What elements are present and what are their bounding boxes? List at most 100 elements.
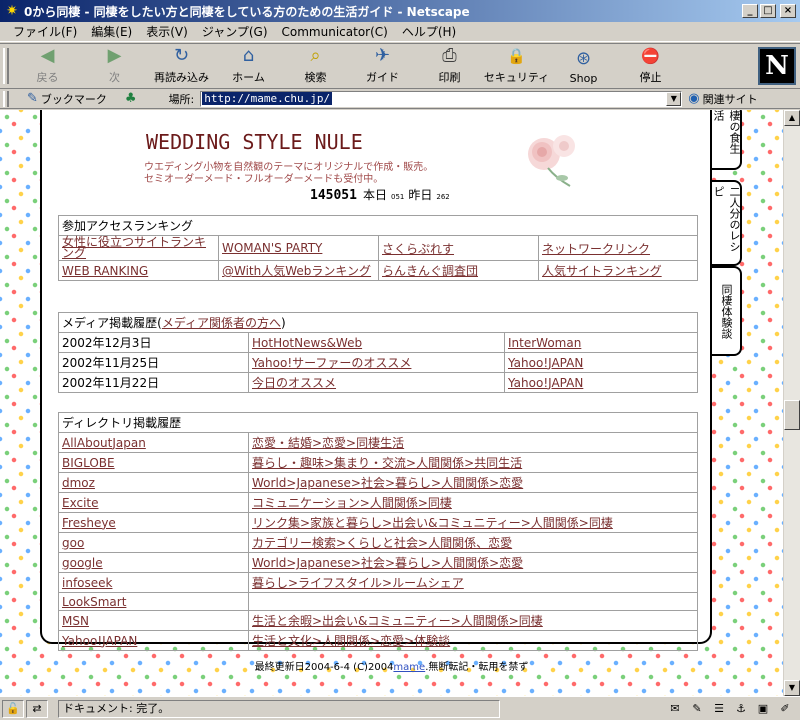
footer-author-link[interactable]: mame — [393, 662, 425, 673]
directory-name-link[interactable]: LookSmart — [62, 595, 126, 609]
directory-path-link[interactable]: カテゴリー検索>くらしと社会>人間関係、恋愛 — [252, 536, 512, 550]
guide-label: ガイド — [366, 71, 399, 84]
scroll-down-icon[interactable]: ▼ — [784, 680, 800, 696]
print-label: 印刷 — [438, 71, 461, 84]
directory-name-link[interactable]: AllAboutJapan — [62, 436, 146, 450]
forward-label: 次 — [109, 71, 120, 84]
menu-edit[interactable]: 編集(E) — [84, 23, 139, 40]
bookmarks-button[interactable]: ✎ ブックマーク — [27, 91, 107, 107]
vertical-scrollbar[interactable]: ▲ ▼ — [783, 110, 800, 696]
ranking-title: 参加アクセスランキング — [58, 215, 698, 236]
directory-name-link[interactable]: MSN — [62, 614, 89, 628]
directory-path-link[interactable]: 生活と文化>人間関係>恋愛>体験談 — [252, 634, 450, 648]
security-button[interactable]: 🔒 セキュリティ — [483, 45, 550, 87]
directory-name-link[interactable]: Excite — [62, 496, 99, 510]
ranking-link[interactable]: 女性に役立つサイトランキング — [62, 235, 206, 260]
ranking-link[interactable]: さくらぷれす — [382, 242, 454, 256]
status-bar: 🔓 ⇄ ドキュメント: 完了。 ✉ ✎ ☰ ⚓ ▣ ✐ — [0, 696, 800, 720]
directory-name-link[interactable]: dmoz — [62, 476, 95, 490]
back-button[interactable]: ◀ 戻る — [14, 45, 81, 87]
table-row: infoseek 暮らし>ライフスタイル>ルームシェア — [58, 572, 698, 593]
related-sites-button[interactable]: ◉ 関連サイト — [688, 91, 757, 107]
menu-file[interactable]: ファイル(F) — [6, 23, 84, 40]
sidetab-food[interactable]: 棲の食生活 — [712, 110, 742, 170]
window-titlebar: ✷ 0から同棲 - 同棲をしたい方と同棲をしている方のための生活ガイド - Ne… — [0, 0, 800, 22]
news-icon[interactable]: ☰ — [708, 700, 730, 718]
rose-image[interactable] — [512, 128, 584, 190]
back-arrow-icon: ◀ — [40, 45, 55, 66]
directory-name-link[interactable]: google — [62, 556, 103, 570]
directory-path-link[interactable]: 生活と余暇>出会い&コミュニティー>人間関係>同棲 — [252, 614, 543, 628]
access-counter: 145051 本日 051 昨日 262 — [310, 186, 454, 203]
mail-icon[interactable]: ✉ — [664, 700, 686, 718]
menu-help[interactable]: ヘルプ(H) — [395, 23, 463, 40]
scrollbar-thumb[interactable] — [784, 400, 800, 430]
menu-view[interactable]: 表示(V) — [139, 23, 195, 40]
table-row: 2002年12月3日 HotHotNews&Web InterWoman — [58, 332, 698, 353]
navigator-icon[interactable]: ⚓ — [730, 700, 752, 718]
directory-path-link[interactable]: 暮らし>ライフスタイル>ルームシェア — [252, 576, 464, 590]
location-label: 場所: — [168, 92, 195, 106]
directory-path-link[interactable]: World>Japanese>社会>暮らし>人間関係>恋愛 — [252, 476, 523, 490]
media-site-link[interactable]: HotHotNews&Web — [252, 336, 362, 350]
minimize-button[interactable]: _ — [742, 4, 758, 18]
media-site-link[interactable]: 今日のオススメ — [252, 376, 336, 390]
home-button[interactable]: ⌂ ホーム — [215, 45, 282, 87]
ranking-link[interactable]: WEB RANKING — [62, 264, 148, 278]
directory-path-link[interactable]: コミュニケーション>人間関係>同棲 — [252, 496, 452, 510]
print-button[interactable]: ⎙ 印刷 — [416, 45, 483, 87]
address-book-icon[interactable]: ▣ — [752, 700, 774, 718]
reload-button[interactable]: ↻ 再読み込み — [148, 45, 215, 87]
url-input[interactable]: http://mame.chu.jp/ ▼ — [200, 90, 683, 107]
directory-name-link[interactable]: goo — [62, 536, 84, 550]
ranking-link[interactable]: らんきんぐ調査団 — [382, 264, 478, 278]
url-text[interactable]: http://mame.chu.jp/ — [202, 92, 333, 105]
ranking-link[interactable]: @With人気Webランキング — [222, 264, 371, 278]
media-contact-link[interactable]: メディア関係者の方へ — [162, 316, 281, 330]
directory-name-link[interactable]: Fresheye — [62, 516, 116, 530]
url-dropdown-icon[interactable]: ▼ — [666, 91, 682, 106]
ranking-link[interactable]: ネットワークリンク — [542, 242, 650, 256]
directory-path-link[interactable]: World>Japanese>社会>暮らし>人間関係>恋愛 — [252, 556, 523, 570]
menu-go[interactable]: ジャンプ(G) — [195, 23, 275, 40]
media-source-link[interactable]: Yahoo!JAPAN — [508, 376, 583, 390]
ranking-link[interactable]: WOMAN'S PARTY — [222, 241, 322, 255]
ranking-link[interactable]: 人気サイトランキング — [542, 264, 662, 278]
directory-name-link[interactable]: BIGLOBE — [62, 456, 115, 470]
table-row: dmoz World>Japanese>社会>暮らし>人間関係>恋愛 — [58, 472, 698, 493]
page-footer: 最終更新日2004-6-4 (C)2004mame.無断転記・転用を禁ず — [0, 658, 783, 673]
edit-page-icon[interactable]: ✐ — [774, 700, 796, 718]
scroll-up-icon[interactable]: ▲ — [784, 110, 800, 126]
composer-icon[interactable]: ✎ — [686, 700, 708, 718]
directory-name-link[interactable]: infoseek — [62, 576, 112, 590]
toolbar-grip[interactable] — [3, 48, 9, 84]
security-status-icon[interactable]: 🔓 — [2, 699, 24, 718]
search-button[interactable]: ⌕ 検索 — [282, 45, 349, 87]
menu-communicator[interactable]: Communicator(C) — [275, 25, 395, 39]
sidetab-recipes[interactable]: 二人分のレシピ — [712, 180, 742, 266]
location-grip[interactable] — [3, 90, 9, 107]
close-button[interactable]: × — [780, 4, 796, 18]
directory-path-link[interactable]: リンク集>家族と暮らし>出会い&コミュニティー>人間関係>同棲 — [252, 516, 613, 530]
maximize-button[interactable]: □ — [760, 4, 776, 18]
shop-button[interactable]: ⊛ Shop — [550, 45, 617, 87]
media-source-link[interactable]: InterWoman — [508, 336, 581, 350]
connection-icon[interactable]: ⇄ — [26, 699, 48, 718]
directory-name-link[interactable]: Yahoo!JAPAN — [62, 634, 137, 648]
media-source-link[interactable]: Yahoo!JAPAN — [508, 356, 583, 370]
menu-bar: ファイル(F) 編集(E) 表示(V) ジャンプ(G) Communicator… — [0, 22, 800, 42]
directory-path-link[interactable]: 暮らし・趣味>集まり・交流>人間関係>共同生活 — [252, 456, 522, 470]
brand-title[interactable]: WEDDING STYLE NULE — [146, 130, 363, 154]
directory-path-link[interactable]: 恋愛・結婚>恋愛>同棲生活 — [252, 436, 404, 450]
brand-order-note: セミオーダーメード・フルオーダーメードも受付中。 — [144, 174, 384, 185]
page-proxy-icon[interactable]: ♣ — [125, 91, 137, 106]
stop-button[interactable]: ⛔ 停止 — [617, 45, 684, 87]
guide-button[interactable]: ✈ ガイド — [349, 45, 416, 87]
table-row: google World>Japanese>社会>暮らし>人間関係>恋愛 — [58, 552, 698, 573]
sidetab-stories[interactable]: 同棲体験談 — [712, 266, 742, 356]
media-site-link[interactable]: Yahoo!サーファーのオススメ — [252, 356, 411, 370]
netscape-app-icon[interactable]: ✷ — [4, 3, 20, 19]
netscape-logo[interactable]: N — [758, 47, 796, 85]
bookmark-icon: ✎ — [27, 91, 38, 106]
forward-button[interactable]: ▶ 次 — [81, 45, 148, 87]
